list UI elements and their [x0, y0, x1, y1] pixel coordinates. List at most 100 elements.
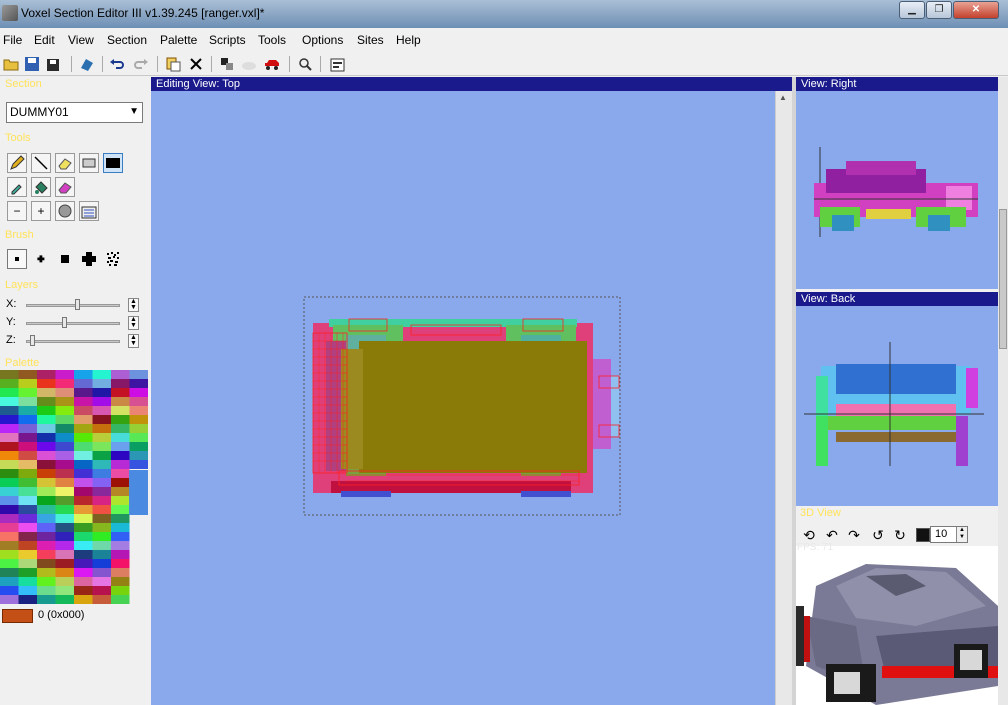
- palette-cell[interactable]: [74, 505, 93, 514]
- palette-cell[interactable]: [18, 379, 38, 388]
- palette-cell[interactable]: [55, 451, 75, 460]
- scroll-up-icon[interactable]: ▲: [779, 93, 787, 102]
- close-button[interactable]: ✕: [953, 1, 999, 19]
- palette-cell[interactable]: [92, 541, 112, 550]
- menu-tools[interactable]: Tools: [258, 33, 286, 47]
- menu-palette[interactable]: Palette: [160, 33, 197, 47]
- palette-cell[interactable]: [92, 496, 112, 505]
- palette-cell[interactable]: [0, 460, 19, 469]
- palette-cell[interactable]: [129, 379, 149, 388]
- palette-cell[interactable]: [37, 478, 56, 487]
- smooth-tool-icon[interactable]: [55, 201, 75, 221]
- brush-round-icon[interactable]: [79, 249, 99, 269]
- palette-cell[interactable]: [0, 586, 19, 595]
- palette-cell[interactable]: [111, 559, 130, 568]
- palette-cell[interactable]: [0, 478, 19, 487]
- palette-cell[interactable]: [129, 388, 149, 397]
- palette-cell[interactable]: [74, 559, 93, 568]
- palette-cell[interactable]: [37, 370, 56, 379]
- palette-cell[interactable]: [37, 559, 56, 568]
- palette-cell[interactable]: [55, 379, 75, 388]
- palette-cell[interactable]: [74, 406, 93, 415]
- maximize-button[interactable]: ❐: [926, 1, 952, 19]
- palette-cell[interactable]: [111, 370, 130, 379]
- palette-cell[interactable]: [92, 424, 112, 433]
- palette-cell[interactable]: [92, 514, 112, 523]
- rotate-right-icon[interactable]: ↷: [845, 526, 863, 544]
- palette-cell[interactable]: [129, 424, 149, 433]
- palette-cell[interactable]: [55, 568, 75, 577]
- rectangle-tool-icon[interactable]: [79, 153, 99, 173]
- palette-cell[interactable]: [37, 406, 56, 415]
- palette-cell[interactable]: [37, 514, 56, 523]
- right-view-canvas[interactable]: [796, 91, 998, 289]
- palette-cell[interactable]: [92, 523, 112, 532]
- menu-sites[interactable]: Sites: [357, 33, 384, 47]
- palette-cell[interactable]: [37, 397, 56, 406]
- palette-cell[interactable]: [0, 568, 19, 577]
- palette-cell[interactable]: [37, 496, 56, 505]
- palette-cell[interactable]: [37, 541, 56, 550]
- palette-cell[interactable]: [18, 406, 38, 415]
- palette-cell[interactable]: [55, 370, 75, 379]
- palette-cell[interactable]: [92, 460, 112, 469]
- palette-cell[interactable]: [111, 406, 130, 415]
- palette-cell[interactable]: [0, 442, 19, 451]
- palette-cell[interactable]: [55, 478, 75, 487]
- layer-y-spinner[interactable]: ▲ ▼: [128, 316, 139, 330]
- palette-cell[interactable]: [111, 505, 130, 514]
- palette-cell[interactable]: [111, 586, 130, 595]
- palette-cell[interactable]: [37, 577, 56, 586]
- palette-cell[interactable]: [92, 595, 112, 604]
- save-as-icon[interactable]: [45, 55, 63, 73]
- palette-cell[interactable]: [92, 559, 112, 568]
- palette-cell[interactable]: [129, 415, 149, 424]
- palette-cell[interactable]: [74, 550, 93, 559]
- brush-spray-icon[interactable]: [103, 249, 123, 269]
- palette-cell[interactable]: [74, 388, 93, 397]
- normals-tool-icon[interactable]: [79, 201, 99, 221]
- palette-cell[interactable]: [55, 397, 75, 406]
- palette-cell[interactable]: [74, 595, 93, 604]
- palette-cell[interactable]: [0, 424, 19, 433]
- palette-cell[interactable]: [0, 532, 19, 541]
- palette-cell[interactable]: [55, 442, 75, 451]
- palette-cell[interactable]: [0, 379, 19, 388]
- palette-cell[interactable]: [18, 514, 38, 523]
- palette-cell[interactable]: [18, 415, 38, 424]
- palette-cell[interactable]: [74, 424, 93, 433]
- menu-edit[interactable]: Edit: [34, 33, 55, 47]
- palette-cell[interactable]: [18, 532, 38, 541]
- paste-icon[interactable]: [164, 55, 182, 73]
- palette-cell[interactable]: [18, 541, 38, 550]
- palette-cell[interactable]: [18, 388, 38, 397]
- fill-tool-icon[interactable]: [31, 177, 51, 197]
- palette-cell[interactable]: [74, 433, 93, 442]
- palette-cell[interactable]: [37, 460, 56, 469]
- palette-cell[interactable]: [0, 433, 19, 442]
- palette-cell[interactable]: [18, 550, 38, 559]
- palette-cell[interactable]: [74, 379, 93, 388]
- menu-view[interactable]: View: [68, 33, 94, 47]
- palette-cell[interactable]: [92, 505, 112, 514]
- palette-cell[interactable]: [18, 451, 38, 460]
- palette-cell[interactable]: [111, 424, 130, 433]
- pencil-tool-icon[interactable]: [7, 153, 27, 173]
- palette-cell[interactable]: [74, 523, 93, 532]
- palette-cell[interactable]: [74, 460, 93, 469]
- palette-cell[interactable]: [18, 487, 38, 496]
- palette-cell[interactable]: [55, 406, 75, 415]
- right-panel-scrollbar[interactable]: [998, 77, 1008, 705]
- palette-cell[interactable]: [55, 523, 75, 532]
- vehicle-icon[interactable]: [263, 55, 281, 73]
- palette-cell[interactable]: [92, 388, 112, 397]
- palette-cell[interactable]: [92, 586, 112, 595]
- palette-cell[interactable]: [55, 595, 75, 604]
- palette-cell[interactable]: [0, 370, 19, 379]
- layer-z-thumb[interactable]: [30, 335, 36, 346]
- palette-cell[interactable]: [111, 442, 130, 451]
- palette-cell[interactable]: [18, 595, 38, 604]
- palette-cell[interactable]: [37, 550, 56, 559]
- palette-cell[interactable]: [111, 514, 130, 523]
- palette-cell[interactable]: [92, 370, 112, 379]
